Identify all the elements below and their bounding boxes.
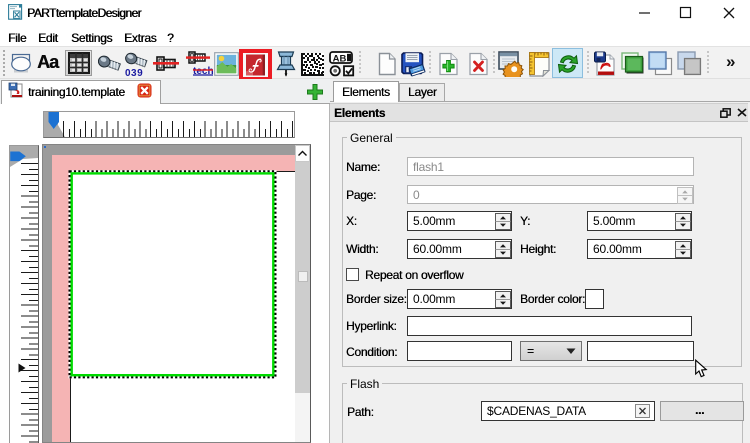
svg-text:039: 039 bbox=[125, 68, 143, 78]
svg-text:AB: AB bbox=[333, 53, 347, 64]
